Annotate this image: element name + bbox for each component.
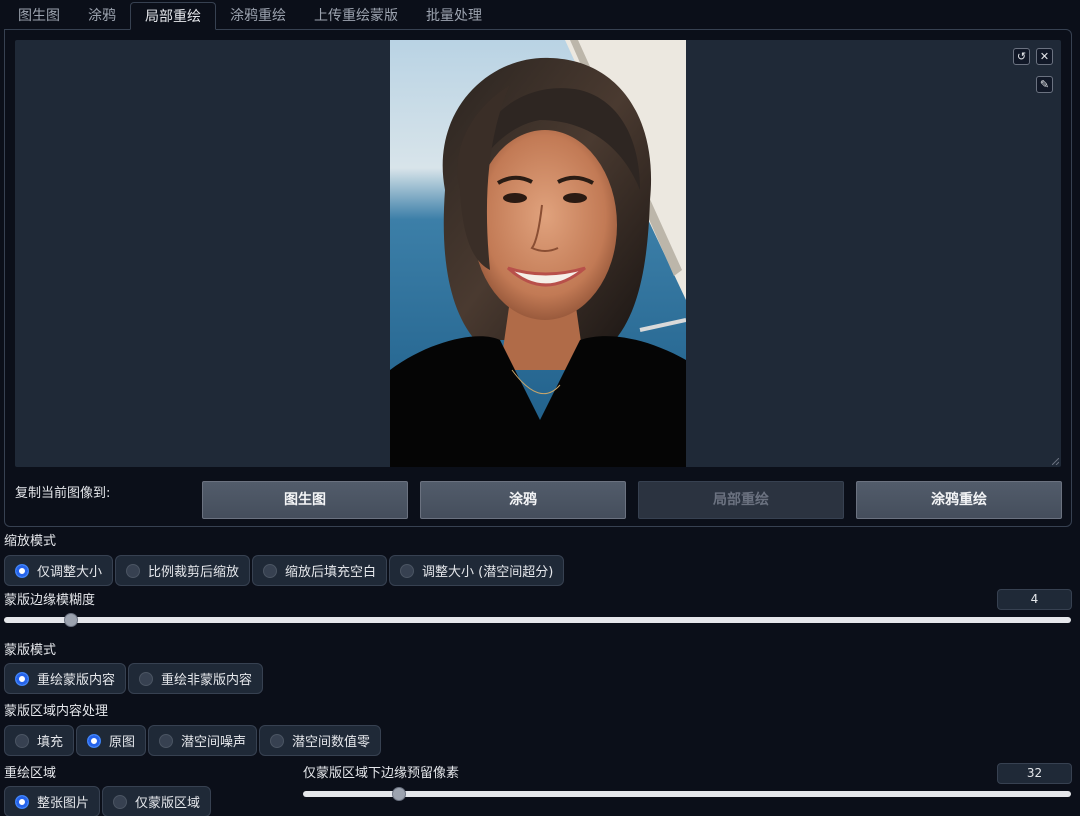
radio-dot xyxy=(15,794,29,809)
tab-sketch[interactable]: 涂鸦 xyxy=(74,2,130,30)
radio-dot xyxy=(15,563,29,578)
resize-handle-icon[interactable] xyxy=(1052,458,1059,465)
radio-dot xyxy=(15,733,29,748)
radio-dot xyxy=(263,563,278,578)
radio-dot xyxy=(126,563,141,578)
tab-inpaint[interactable]: 局部重绘 xyxy=(130,2,216,30)
resize-mode-option[interactable]: 比例裁剪后缩放 xyxy=(115,555,251,586)
mask-blur-slider[interactable] xyxy=(4,613,1071,627)
undo-icon[interactable]: ↺ xyxy=(1013,48,1030,65)
tab-bar: 图生图 涂鸦 局部重绘 涂鸦重绘 上传重绘蒙版 批量处理 xyxy=(4,2,496,30)
resize-mode-label: 缩放模式 xyxy=(4,534,57,549)
mask-mode-option[interactable]: 重绘非蒙版内容 xyxy=(128,663,264,694)
mask-blur-input[interactable]: 4 xyxy=(997,589,1072,610)
image-canvas[interactable]: ↺ ✕ ✎ xyxy=(15,40,1061,467)
mask-mode-label: 蒙版模式 xyxy=(4,643,57,658)
mask-blur-thumb[interactable] xyxy=(63,613,78,627)
padding-slider[interactable] xyxy=(303,787,1071,801)
mask-blur-label: 蒙版边缘模糊度 xyxy=(4,593,96,608)
brush-icon[interactable]: ✎ xyxy=(1036,76,1053,93)
inpaint-area-option[interactable]: 整张图片 xyxy=(4,786,101,816)
copy-to-sketch-button[interactable]: 涂鸦 xyxy=(420,481,626,519)
inpaint-panel: ↺ ✕ ✎ 复制当前图像到: 图生图 涂鸦 局部重绘 涂鸦重绘 xyxy=(4,29,1072,527)
masked-content-label: 蒙版区域内容处理 xyxy=(4,704,109,719)
mask-mode-group: 重绘蒙版内容 重绘非蒙版内容 xyxy=(4,663,264,694)
masked-content-option[interactable]: 原图 xyxy=(76,725,147,756)
inpaint-area-label: 重绘区域 xyxy=(4,766,57,781)
tab-inpaint-sketch[interactable]: 涂鸦重绘 xyxy=(216,2,300,30)
masked-content-group: 填充 原图 潜空间噪声 潜空间数值零 xyxy=(4,725,382,756)
resize-mode-option[interactable]: 仅调整大小 xyxy=(4,555,114,586)
resize-mode-group: 仅调整大小 比例裁剪后缩放 缩放后填充空白 调整大小 (潜空间超分) xyxy=(4,555,565,586)
radio-dot xyxy=(113,794,128,809)
inpaint-area-group: 整张图片 仅蒙版区域 xyxy=(4,786,212,816)
radio-dot xyxy=(15,671,29,686)
portrait-image xyxy=(390,40,686,467)
masked-content-option[interactable]: 潜空间数值零 xyxy=(259,725,382,756)
copy-to-label: 复制当前图像到: xyxy=(15,486,111,501)
tab-img2img[interactable]: 图生图 xyxy=(4,2,74,30)
tab-batch[interactable]: 批量处理 xyxy=(412,2,496,30)
masked-content-option[interactable]: 填充 xyxy=(4,725,75,756)
radio-dot xyxy=(270,733,285,748)
mask-mode-option[interactable]: 重绘蒙版内容 xyxy=(4,663,127,694)
padding-label: 仅蒙版区域下边缘预留像素 xyxy=(303,766,460,781)
radio-dot xyxy=(159,733,174,748)
radio-dot xyxy=(139,671,154,686)
inpaint-area-option[interactable]: 仅蒙版区域 xyxy=(102,786,212,816)
resize-mode-option[interactable]: 调整大小 (潜空间超分) xyxy=(389,555,565,586)
radio-dot xyxy=(400,563,415,578)
close-icon[interactable]: ✕ xyxy=(1036,48,1053,65)
tab-inpaint-upload[interactable]: 上传重绘蒙版 xyxy=(300,2,412,30)
copy-to-inpaint-button: 局部重绘 xyxy=(638,481,844,519)
padding-input[interactable]: 32 xyxy=(997,763,1072,784)
radio-dot xyxy=(87,733,102,748)
padding-thumb[interactable] xyxy=(392,787,406,801)
copy-to-inpaint-sketch-button[interactable]: 涂鸦重绘 xyxy=(856,481,1062,519)
resize-mode-option[interactable]: 缩放后填充空白 xyxy=(252,555,388,586)
masked-content-option[interactable]: 潜空间噪声 xyxy=(148,725,258,756)
copy-to-img2img-button[interactable]: 图生图 xyxy=(202,481,408,519)
